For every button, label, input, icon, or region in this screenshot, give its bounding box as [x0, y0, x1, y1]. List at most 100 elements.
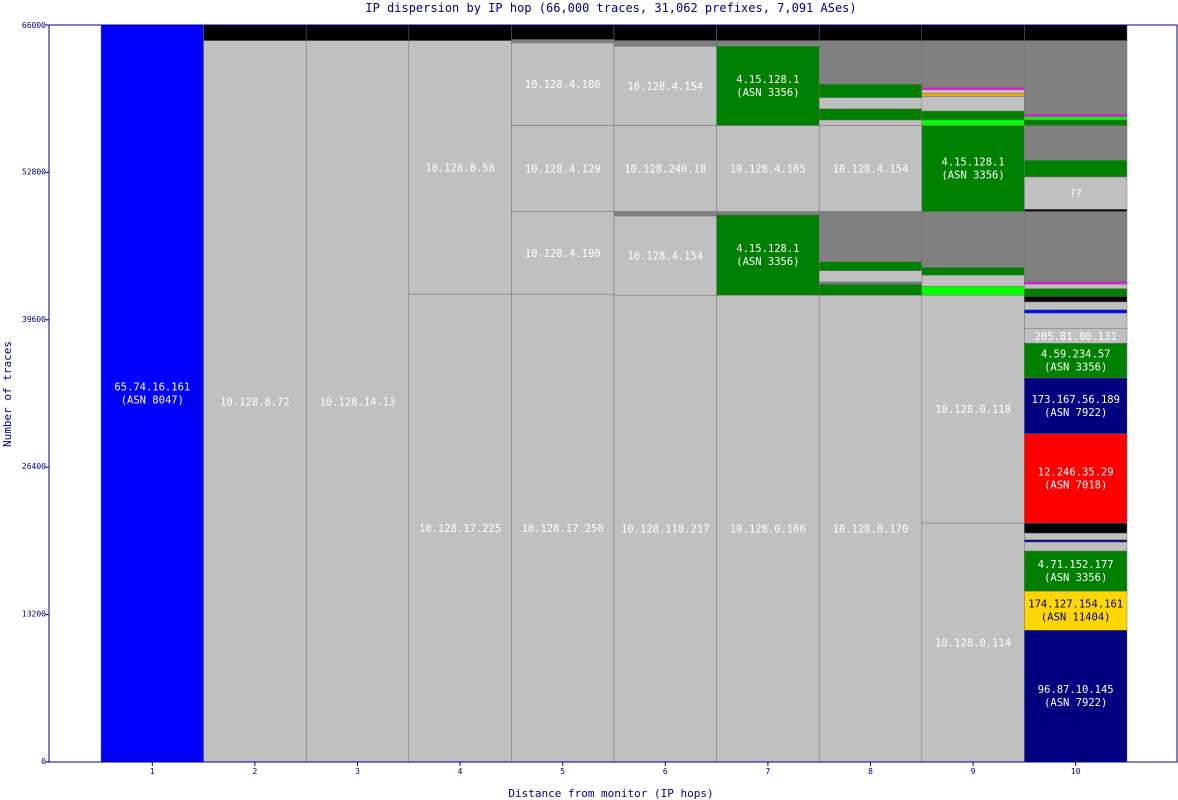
- bar-segment: [818, 211, 923, 262]
- bar-segment: [818, 283, 923, 296]
- bar-segment: [1024, 532, 1128, 541]
- bar-segment: [1024, 209, 1128, 212]
- bar-segment: [818, 83, 923, 98]
- segment-label: 10.128.118.217: [621, 524, 710, 536]
- segment-label: 10.128.4.154: [627, 251, 703, 263]
- bar-segment: [1024, 125, 1128, 161]
- bar-segment: [818, 24, 923, 41]
- bar-segment: [305, 24, 410, 41]
- bar-segment: [818, 40, 923, 85]
- bar-hop-2: 10.128.8.72: [203, 24, 307, 763]
- bar-segment: [1024, 40, 1128, 115]
- bar-segment: [716, 211, 820, 216]
- y-tick-label: 39600: [22, 315, 46, 324]
- x-tick-label: 2: [252, 767, 257, 776]
- segment-label: 173.167.56.189: [1031, 394, 1120, 406]
- ip-dispersion-chart: IP dispersion by IP hop (66,000 traces, …: [1, 1, 1178, 800]
- bar-segment: [1024, 301, 1128, 310]
- bar-segment: [100, 24, 204, 763]
- bar-segment: [921, 89, 1025, 94]
- bar-segment: [1024, 309, 1128, 314]
- bar-segment: [921, 267, 1025, 276]
- x-tick-label: 6: [663, 767, 668, 776]
- bar-segment: [921, 119, 1025, 126]
- y-tick-label: 13200: [22, 610, 46, 619]
- segment-label: 10.128.4.154: [833, 164, 909, 176]
- bar-segment: [511, 24, 615, 40]
- bar-segment: [1024, 24, 1128, 41]
- segment-asn-label: (ASN 8047): [121, 395, 184, 407]
- segment-label: 10.128.4.186: [525, 79, 601, 91]
- segment-label: 4.15.128.1: [941, 157, 1004, 169]
- bar-segment: [716, 214, 820, 296]
- x-tick-label: 10: [1071, 767, 1081, 776]
- bar-segment: [921, 211, 1025, 268]
- segment-label: 10.128.4.129: [525, 164, 601, 176]
- bars-layer: 65.74.16.161(ASN 8047) 10.128.8.72 10.128.…: [100, 24, 1128, 763]
- segment-label: 10.128.0.114: [935, 638, 1011, 650]
- segment-label: 10.128.8.72: [220, 396, 290, 408]
- bar-segment: [613, 24, 717, 41]
- bar-hop-4: 10.128.17.225 10.128.8.58: [408, 24, 512, 763]
- bar-segment: [1024, 114, 1128, 117]
- segment-label: 4.15.128.1: [736, 74, 799, 86]
- bar-hop-3: 10.128.14.13: [305, 24, 410, 763]
- x-tick-label: 3: [355, 767, 360, 776]
- bar-segment: [818, 270, 923, 283]
- x-tick-label: 7: [765, 767, 770, 776]
- y-axis-label: Number of traces: [1, 341, 14, 447]
- bar-segment: [818, 108, 923, 121]
- bar-segment: [818, 261, 923, 271]
- bar-segment: [921, 40, 1025, 88]
- bar-segment: [1024, 522, 1128, 534]
- x-tick-label: 9: [971, 767, 976, 776]
- y-tick-label: 0: [41, 757, 46, 766]
- segment-label: 10.128.4.165: [730, 164, 806, 176]
- segment-label: 10.128.4.190: [525, 248, 601, 260]
- bar-segment: [511, 39, 615, 44]
- bar-hop-8: 10.128.0.170 10.128.4.154: [818, 24, 923, 763]
- bar-segment: [716, 24, 820, 41]
- bar-segment: [1024, 541, 1128, 552]
- bar-segment: [1024, 283, 1128, 289]
- bar-segment: [1024, 539, 1128, 543]
- bar-hop-5: 10.128.17.250 10.128.4.190 10.128.4.129 10.…: [511, 24, 615, 763]
- segment-label: 10.128.240.18: [624, 164, 706, 176]
- segment-asn-label: (ASN 3356): [1044, 362, 1107, 374]
- segment-label: 10.128.0.118: [935, 404, 1011, 416]
- segment-label: 10.128.8.58: [425, 162, 495, 174]
- bar-hop-9: 10.128.0.114 10.128.0.118 4.15.128.1(ASN 3…: [921, 24, 1025, 763]
- chart-title: IP dispersion by IP hop (66,000 traces, …: [365, 1, 856, 15]
- bar-hop-1: 65.74.16.161(ASN 8047): [100, 24, 204, 763]
- segment-label: 205.81.80.131: [1035, 331, 1117, 343]
- bar-hop-7: 10.128.0.1664.15.128.1(ASN 3356)10.128.4…: [716, 24, 820, 763]
- segment-asn-label: (ASN 3356): [1044, 572, 1107, 584]
- bar-segment: [921, 92, 1025, 97]
- segment-label: 10.128.14.13: [320, 396, 396, 408]
- bar-segment: [1024, 116, 1128, 121]
- y-tick-label: 52800: [22, 167, 46, 176]
- segment-label: ??: [1069, 188, 1082, 200]
- segment-label: 10.128.0.166: [730, 524, 806, 536]
- x-tick-label: 1: [150, 767, 155, 776]
- bar-segment: [921, 286, 1025, 296]
- bar-segment: [921, 87, 1025, 90]
- segment-asn-label: (ASN 3356): [736, 87, 799, 99]
- segment-label: 4.59.234.57: [1041, 349, 1111, 361]
- x-tick-label: 8: [868, 767, 873, 776]
- bar-segment: [921, 110, 1025, 121]
- segment-label: 10.128.4.154: [627, 81, 703, 93]
- segment-label: 10.128.17.250: [522, 523, 604, 535]
- bar-segment: [716, 40, 820, 47]
- bar-segment: [818, 119, 923, 126]
- bar-segment: [203, 24, 307, 41]
- segment-asn-label: (ASN 11404): [1041, 612, 1111, 624]
- bar-segment: [921, 96, 1025, 112]
- bar-segment: [1024, 159, 1128, 178]
- bar-segment: [613, 40, 717, 47]
- y-tick-label: 26400: [22, 462, 46, 471]
- bar-segment: [1024, 312, 1128, 329]
- segment-label: 4.15.128.1: [736, 243, 799, 255]
- bar-segment: [1024, 288, 1128, 297]
- segment-label: 65.74.16.161: [114, 382, 190, 394]
